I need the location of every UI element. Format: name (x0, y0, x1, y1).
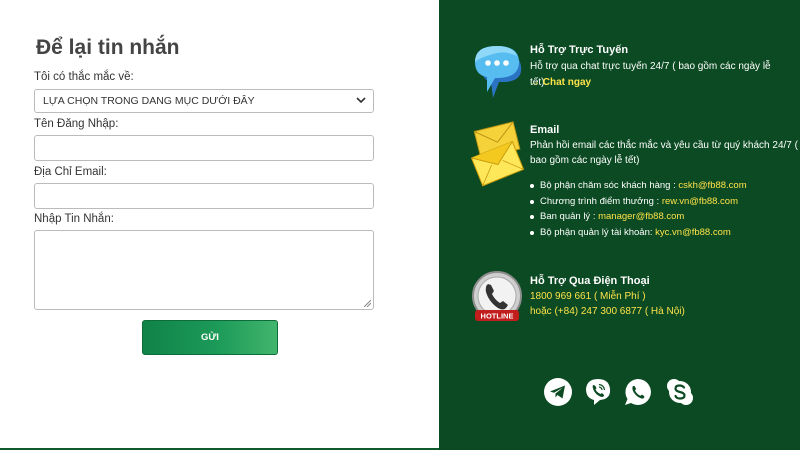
contact-label: Ban quản lý : (540, 211, 599, 222)
topic-label: Tôi có thắc mắc về: (34, 71, 134, 83)
topic-select[interactable]: LỰA CHỌN TRONG DANG MỤC DƯỚI ĐÂY (34, 89, 374, 113)
list-item: Bộ phận chăm sóc khách hàng : cskh@fb88.… (530, 178, 747, 194)
resize-grip-icon[interactable] (364, 300, 371, 307)
chat-link-label: Chat ngay (542, 77, 592, 88)
envelope-icon (470, 121, 525, 187)
email-text-line2: bao gồm các ngày lễ tết) (530, 155, 640, 166)
message-textarea[interactable] (34, 230, 374, 310)
phone-number-hanoi[interactable]: hoặc (+84) 247 300 6877 ( Hà Nội) (530, 304, 685, 320)
email-input[interactable] (34, 183, 374, 209)
contact-label: Chương trình điểm thưởng : (540, 195, 662, 207)
email-label: Địa Chỉ Email: (34, 166, 107, 178)
phone-title: Hỗ Trợ Qua Điện Thoại (530, 275, 650, 287)
phone-number-free[interactable]: 1800 969 661 ( Miễn Phí ) (530, 289, 646, 305)
topic-select-value: LỰA CHỌN TRONG DANG MỤC DƯỚI ĐÂY (43, 95, 255, 107)
contact-email-link[interactable]: kyc.vn@fb88.com (655, 227, 731, 238)
contact-email-link[interactable]: rew.vn@fb88.com (662, 196, 738, 207)
hotline-phone-icon[interactable]: HOTLINE (471, 270, 523, 328)
email-title: Email (530, 124, 560, 136)
email-contact-list: Bộ phận chăm sóc khách hàng : cskh@fb88.… (530, 178, 747, 240)
contact-form: Để lại tin nhắn Tôi có thắc mắc về: LỰA … (0, 0, 439, 450)
contact-email-link[interactable]: cskh@fb88.com (678, 180, 746, 191)
chat-link-arrow: → (530, 77, 540, 88)
username-input[interactable] (34, 135, 374, 161)
form-title: Để lại tin nhắn (36, 36, 180, 59)
send-button[interactable]: GỬI (142, 320, 278, 355)
list-item: Ban quản lý : manager@fb88.com (530, 209, 747, 225)
contact-email-link[interactable]: manager@fb88.com (598, 211, 684, 222)
chevron-down-icon (356, 97, 366, 104)
contact-label: Bộ phận quản lý tài khoản: (540, 226, 656, 238)
hotline-badge: HOTLINE (481, 312, 514, 321)
contact-label: Bộ phận chăm sóc khách hàng : (540, 180, 679, 191)
chat-title: Hỗ Trợ Trực Tuyến (530, 44, 629, 56)
email-text-line1: Phản hồi email các thắc mắc và yêu cầu t… (530, 140, 798, 151)
username-label: Tên Đăng Nhập: (34, 118, 119, 130)
list-item: Bộ phận quản lý tài khoản: kyc.vn@fb88.c… (530, 225, 747, 241)
whatsapp-icon[interactable] (623, 377, 653, 407)
telegram-icon[interactable] (543, 377, 573, 407)
message-label: Nhập Tin Nhắn: (34, 213, 114, 225)
viber-icon[interactable] (583, 377, 613, 407)
chat-now-link[interactable]: → Chat ngay (530, 75, 591, 91)
skype-icon[interactable] (665, 377, 695, 407)
chat-bubble-icon[interactable] (469, 42, 527, 104)
support-panel: Hỗ Trợ Trực Tuyến Hỗ trợ qua chat trực t… (439, 0, 800, 450)
list-item: Chương trình điểm thưởng : rew.vn@fb88.c… (530, 194, 747, 210)
